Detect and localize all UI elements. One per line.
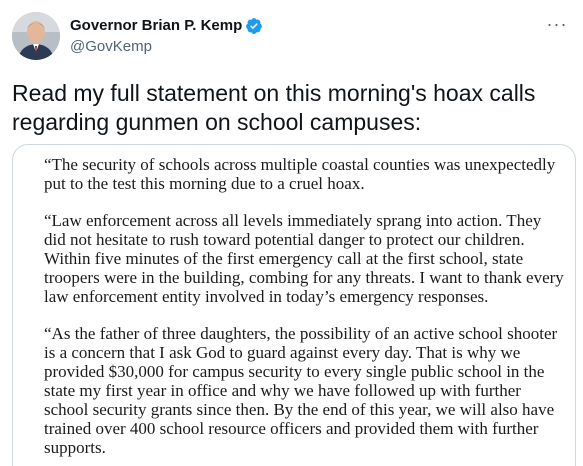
statement-paragraph: “Law enforcement across all levels immed… [44, 211, 564, 306]
statement-text: “The security of schools across multiple… [44, 155, 565, 457]
tweet-header: Governor Brian P. Kemp @GovKemp ··· [12, 12, 571, 62]
avatar[interactable] [12, 12, 60, 60]
more-options-icon[interactable]: ··· [543, 12, 571, 36]
profile-photo-icon [12, 12, 60, 60]
author-names: Governor Brian P. Kemp @GovKemp [70, 15, 263, 55]
tweet: Governor Brian P. Kemp @GovKemp ··· Read… [0, 0, 583, 466]
statement-image[interactable]: “The security of schools across multiple… [12, 144, 576, 466]
tweet-text: Read my full statement on this morning's… [12, 80, 536, 135]
statement-paragraph: “The security of schools across multiple… [44, 155, 556, 193]
handle[interactable]: @GovKemp [70, 38, 263, 55]
display-name-row: Governor Brian P. Kemp [70, 15, 263, 36]
statement-paragraph: “As the father of three daughters, the p… [44, 324, 558, 457]
verified-badge-icon [245, 17, 263, 35]
display-name[interactable]: Governor Brian P. Kemp [70, 17, 242, 34]
